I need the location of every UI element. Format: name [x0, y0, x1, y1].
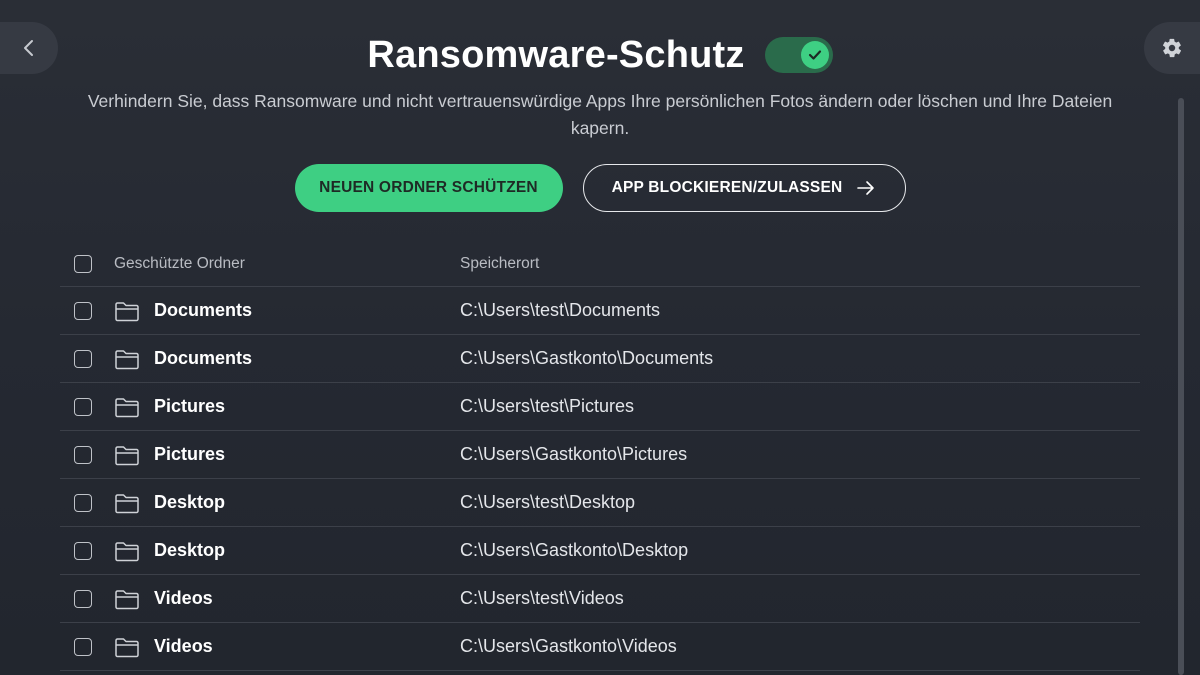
folder-name: Videos: [154, 636, 213, 656]
folder-path: C:\Users\Gastkonto\Documents: [460, 348, 714, 368]
row-checkbox[interactable]: [74, 445, 92, 464]
table-body: Documents C:\Users\test\Documents Document…: [60, 287, 1140, 671]
row-checkbox[interactable]: [74, 637, 92, 656]
table-row[interactable]: Desktop C:\Users\Gastkonto\Desktop: [60, 527, 1140, 575]
table-row[interactable]: Documents C:\Users\Gastkonto\Documents: [60, 335, 1140, 383]
folder-path: C:\Users\Gastkonto\Pictures: [460, 444, 688, 464]
table-row[interactable]: Videos C:\Users\Gastkonto\Videos: [60, 623, 1140, 671]
folder-name: Pictures: [154, 444, 226, 464]
folder-name: Desktop: [154, 540, 226, 560]
folder-icon: [114, 347, 140, 371]
folder-path: C:\Users\test\Documents: [460, 300, 661, 320]
table-row[interactable]: Videos C:\Users\test\Videos: [60, 575, 1140, 623]
select-all-checkbox[interactable]: [74, 255, 92, 273]
folder-icon: [114, 443, 140, 467]
row-checkbox[interactable]: [74, 589, 92, 608]
table-row[interactable]: Documents C:\Users\test\Documents: [60, 287, 1140, 335]
protect-new-folder-label: NEUEN ORDNER SCHÜTZEN: [319, 179, 538, 196]
folder-path: C:\Users\test\Videos: [460, 588, 624, 608]
folder-path: C:\Users\Gastkonto\Videos: [460, 636, 677, 656]
row-checkbox[interactable]: [74, 541, 92, 560]
ransomware-protection-toggle[interactable]: [764, 37, 833, 73]
row-checkbox[interactable]: [74, 397, 92, 416]
block-allow-app-button[interactable]: APP BLOCKIEREN/ZULASSEN: [582, 164, 906, 212]
page-title: Ransomware-Schutz: [367, 33, 745, 76]
row-checkbox[interactable]: [74, 349, 92, 368]
table-header: Geschützte Ordner Speicherort: [60, 242, 1140, 287]
protect-new-folder-button[interactable]: NEUEN ORDNER SCHÜTZEN: [294, 164, 563, 212]
column-header-path: Speicherort: [460, 255, 540, 272]
folder-icon: [114, 299, 140, 323]
folder-icon: [114, 395, 140, 419]
table-row[interactable]: Pictures C:\Users\Gastkonto\Pictures: [60, 431, 1140, 479]
folder-path: C:\Users\test\Desktop: [460, 492, 636, 512]
row-checkbox[interactable]: [74, 493, 92, 512]
folder-icon: [114, 491, 140, 515]
row-checkbox[interactable]: [74, 301, 92, 320]
page-description: Verhindern Sie, dass Ransomware und nich…: [87, 91, 1113, 138]
toggle-knob: [800, 41, 829, 69]
folder-path: C:\Users\test\Pictures: [460, 396, 635, 416]
folder-name: Desktop: [154, 492, 226, 512]
header: Ransomware-Schutz: [0, 30, 1200, 80]
table-row[interactable]: Desktop C:\Users\test\Desktop: [60, 479, 1140, 527]
folder-name: Videos: [154, 588, 213, 608]
protected-folders-table: Geschützte Ordner Speicherort Documents C…: [60, 242, 1140, 671]
check-icon: [808, 50, 821, 60]
folder-name: Documents: [154, 348, 253, 368]
column-header-name: Geschützte Ordner: [114, 255, 245, 272]
folder-icon: [114, 587, 140, 611]
folder-name: Pictures: [154, 396, 226, 416]
block-allow-app-label: APP BLOCKIEREN/ZULASSEN: [611, 179, 843, 196]
folder-path: C:\Users\Gastkonto\Desktop: [460, 540, 689, 560]
folder-icon: [114, 635, 140, 659]
folder-name: Documents: [154, 300, 253, 320]
action-buttons: NEUEN ORDNER SCHÜTZEN APP BLOCKIEREN/ZUL…: [0, 164, 1200, 212]
table-row[interactable]: Pictures C:\Users\test\Pictures: [60, 383, 1140, 431]
scrollbar[interactable]: [1178, 98, 1184, 675]
arrow-right-icon: [857, 181, 875, 195]
folder-icon: [114, 539, 140, 563]
